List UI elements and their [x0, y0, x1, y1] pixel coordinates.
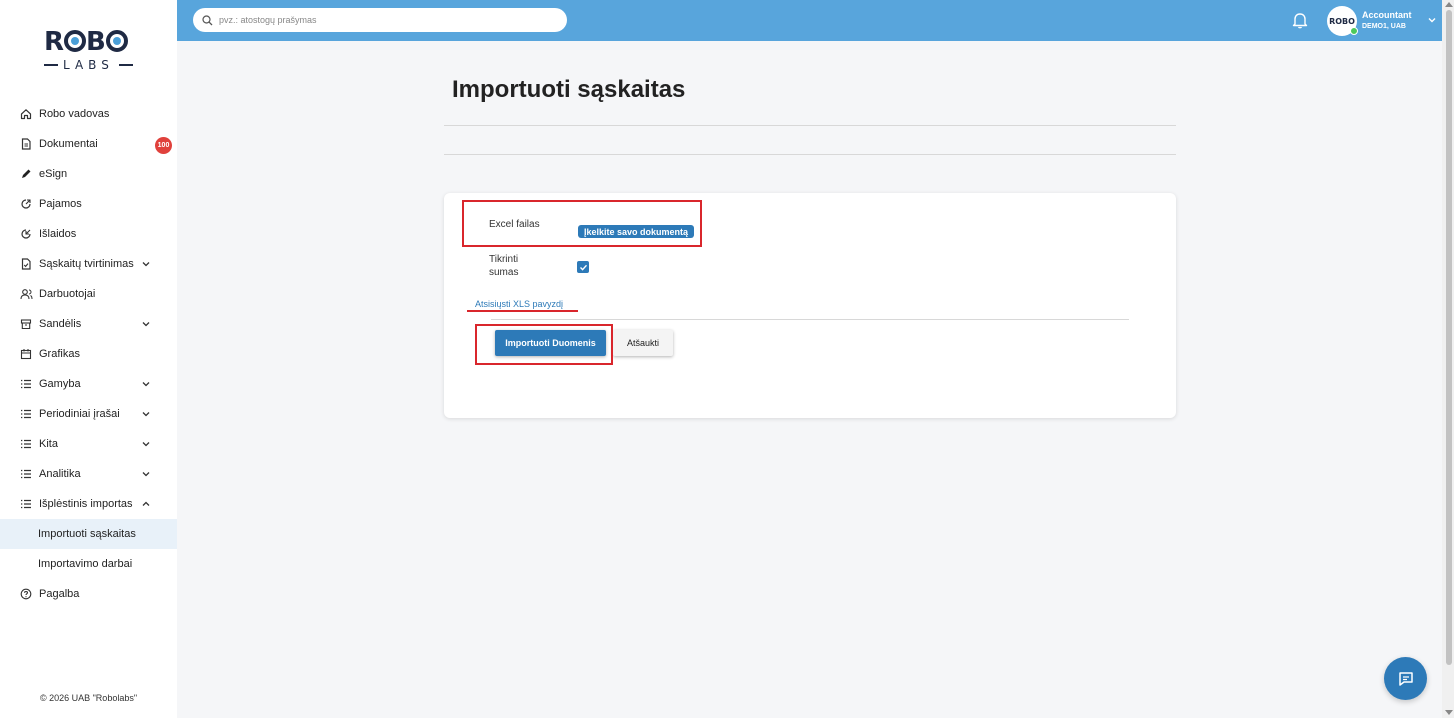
user-name[interactable]: Accountant [1362, 10, 1412, 20]
search-input[interactable] [219, 15, 549, 25]
page-title: Importuoti sąskaitas [452, 76, 686, 103]
sidebar-item-label: Gamyba [39, 378, 81, 390]
topbar: ROBO Accountant DEMO1, UAB [177, 0, 1442, 41]
sidebar-item-label: Sandėlis [39, 318, 82, 330]
sidebar-item-gamyba[interactable]: Gamyba [0, 369, 177, 399]
chevron-down-icon [142, 382, 150, 387]
sidebar-item-analitika[interactable]: Analitika [0, 459, 177, 489]
sidebar-item-label: Sąskaitų tvirtinimas [39, 258, 134, 270]
sidebar-item-label: Analitika [39, 468, 81, 480]
calendar-icon [19, 347, 33, 361]
sidebar-item-sandelis[interactable]: Sandėlis [0, 309, 177, 339]
warehouse-icon [19, 317, 33, 331]
sidebar-item-label: Pajamos [39, 198, 82, 210]
scroll-down-arrow[interactable] [1445, 710, 1453, 715]
sidebar-item-importuoti-saskaitas[interactable]: Importuoti sąskaitas [0, 519, 177, 549]
annotation-box [475, 324, 613, 365]
list-icon [19, 467, 33, 481]
people-icon [19, 287, 33, 301]
sidebar-item-label: eSign [39, 168, 68, 180]
sidebar-item-robo-vadovas[interactable]: Robo vadovas [0, 99, 177, 129]
sidebar-item-periodiniai-irasai[interactable]: Periodiniai įrašai [0, 399, 177, 429]
income-icon [19, 197, 33, 211]
sidebar-item-importavimo-darbai[interactable]: Importavimo darbai [0, 549, 177, 579]
online-status-dot [1350, 27, 1358, 35]
chevron-down-icon [142, 442, 150, 447]
help-icon [19, 587, 33, 601]
sidebar-item-label: Išlaidos [39, 228, 77, 240]
chat-button[interactable] [1384, 657, 1427, 700]
sidebar-item-label: Pagalba [39, 588, 80, 600]
expense-icon [19, 227, 33, 241]
sidebar-item-esign[interactable]: eSign [0, 159, 177, 189]
invoice-approve-icon [19, 257, 33, 271]
sidebar-item-label: Grafikas [39, 348, 80, 360]
sidebar-item-label: Importuoti sąskaitas [38, 528, 136, 540]
chevron-down-icon[interactable] [1427, 15, 1437, 25]
scroll-up-arrow[interactable] [1445, 2, 1453, 7]
divider [444, 154, 1176, 155]
sidebar-item-kita[interactable]: Kita [0, 429, 177, 459]
chevron-down-icon [142, 472, 150, 477]
checkmark-icon [579, 264, 587, 271]
sidebar-item-islaidos[interactable]: Išlaidos [0, 219, 177, 249]
sidebar-item-pajamos[interactable]: Pajamos [0, 189, 177, 219]
sidebar-item-grafikas[interactable]: Grafikas [0, 339, 177, 369]
sidebar-item-dokumentai[interactable]: Dokumentai 100 [0, 129, 177, 159]
robolabs-logo[interactable]: RB LABS [44, 28, 134, 72]
sidebar-nav: Robo vadovas Dokumentai 100 eSign Pajamo… [0, 99, 177, 609]
list-icon [19, 407, 33, 421]
chevron-down-icon [142, 322, 150, 327]
sidebar-item-isplestinis-importas[interactable]: Išplėstinis importas [0, 489, 177, 519]
list-icon [19, 437, 33, 451]
list-icon [19, 497, 33, 511]
search-bar[interactable] [193, 8, 567, 32]
annotation-underline [467, 310, 578, 312]
scrollbar-thumb[interactable] [1446, 10, 1452, 665]
sidebar-item-pagalba[interactable]: Pagalba [0, 579, 177, 609]
chevron-down-icon [142, 262, 150, 267]
home-icon [19, 107, 33, 121]
sidebar-item-label: Kita [39, 438, 58, 450]
sidebar-item-label: Periodiniai įrašai [39, 408, 120, 420]
search-icon [202, 14, 213, 25]
sidebar-item-label: Robo vadovas [39, 108, 110, 120]
count-badge: 100 [155, 137, 172, 154]
check-sums-label: Tikrinti sumas [489, 254, 519, 278]
divider [491, 319, 1129, 320]
chat-icon [1398, 671, 1413, 686]
sidebar: RB LABS Robo vadovas Dokumentai 100 eSig… [0, 0, 177, 718]
sidebar-item-saskaitu-tvirtinimas[interactable]: Sąskaitų tvirtinimas [0, 249, 177, 279]
divider [444, 125, 1176, 126]
annotation-box [462, 200, 702, 247]
sidebar-item-darbuotojai[interactable]: Darbuotojai [0, 279, 177, 309]
scrollbar[interactable] [1442, 0, 1454, 718]
copyright-footer: © 2026 UAB "Robolabs" [39, 693, 138, 703]
sidebar-item-label: Dokumentai [39, 138, 98, 150]
pen-icon [19, 167, 33, 181]
chevron-down-icon [142, 412, 150, 417]
avatar-logo: ROBO [1329, 16, 1355, 26]
sidebar-item-label: Darbuotojai [39, 288, 96, 300]
sidebar-item-label: Importavimo darbai [38, 558, 133, 570]
logo-sub: LABS [63, 58, 114, 72]
sidebar-item-label: Išplėstinis importas [39, 498, 133, 510]
user-company[interactable]: DEMO1, UAB [1362, 23, 1406, 30]
download-xls-sample-link[interactable]: Atsisiųsti XLS pavyzdį [475, 299, 563, 309]
avatar[interactable]: ROBO [1327, 6, 1358, 36]
document-icon [19, 137, 33, 151]
cancel-button[interactable]: Atšaukti [613, 330, 673, 356]
list-icon [19, 377, 33, 391]
check-sums-checkbox[interactable] [577, 261, 589, 273]
chevron-up-icon [142, 501, 150, 506]
bell-icon[interactable] [1292, 11, 1308, 29]
